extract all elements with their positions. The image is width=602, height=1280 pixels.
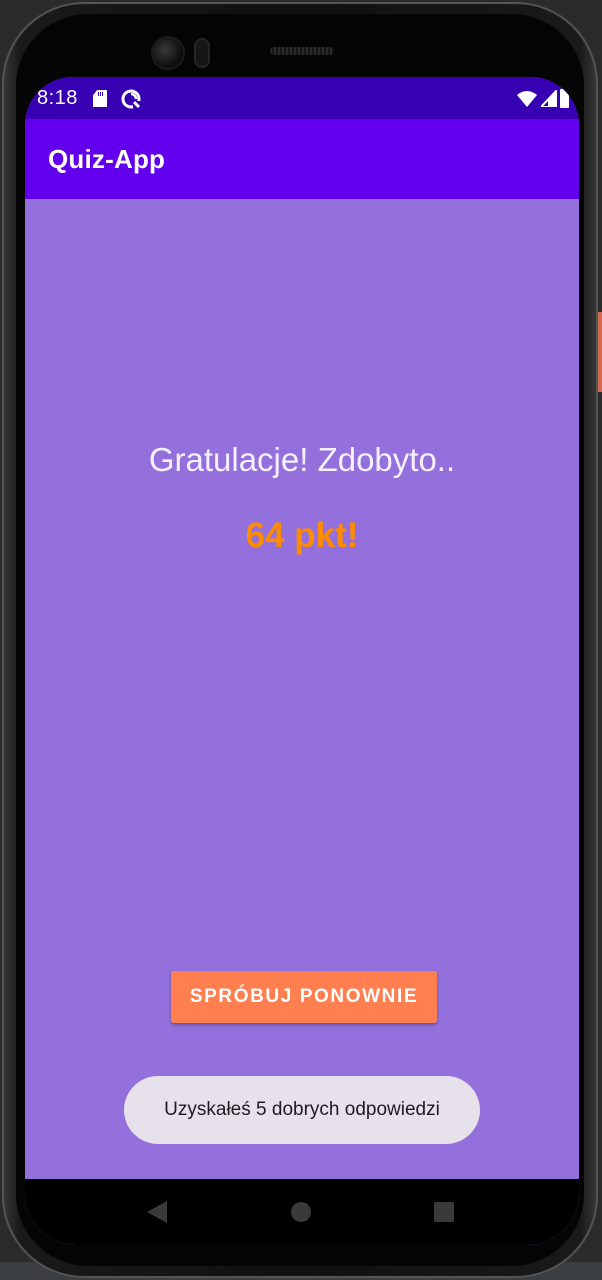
cell-signal-icon — [541, 90, 557, 107]
app-bar: Quiz-App — [25, 119, 579, 199]
status-bar: 8:18 — [25, 77, 579, 119]
front-camera — [153, 38, 183, 68]
status-time: 8:18 — [37, 87, 78, 109]
back-icon[interactable] — [147, 1201, 167, 1223]
app-title: Quiz-App — [48, 144, 166, 174]
sync-icon — [121, 89, 141, 109]
emulator-stage: 8:18 Quiz-App Gratulacje! Zdobyto.. 64 p… — [0, 0, 602, 1280]
result-screen: Gratulacje! Zdobyto.. 64 pkt! SPRÓBUJ PO… — [25, 199, 579, 1179]
phone-screen: 8:18 Quiz-App Gratulacje! Zdobyto.. 64 p… — [25, 77, 579, 1245]
phone-frame: 8:18 Quiz-App Gratulacje! Zdobyto.. 64 p… — [2, 2, 598, 1278]
congratulations-text: Gratulacje! Zdobyto.. — [148, 441, 456, 478]
score-text: 64 pkt! — [245, 516, 359, 555]
toast-message: Uzyskałeś 5 dobrych odpowiedzi — [124, 1076, 480, 1144]
retry-button[interactable]: SPRÓBUJ PONOWNIE — [171, 971, 437, 1023]
recents-icon[interactable] — [434, 1202, 454, 1222]
proximity-sensor — [194, 38, 210, 68]
sd-card-icon — [93, 90, 107, 107]
home-icon[interactable] — [291, 1202, 311, 1222]
earpiece-speaker — [270, 47, 334, 55]
battery-icon — [560, 87, 569, 108]
navigation-bar — [25, 1179, 579, 1245]
wifi-icon — [517, 91, 537, 107]
